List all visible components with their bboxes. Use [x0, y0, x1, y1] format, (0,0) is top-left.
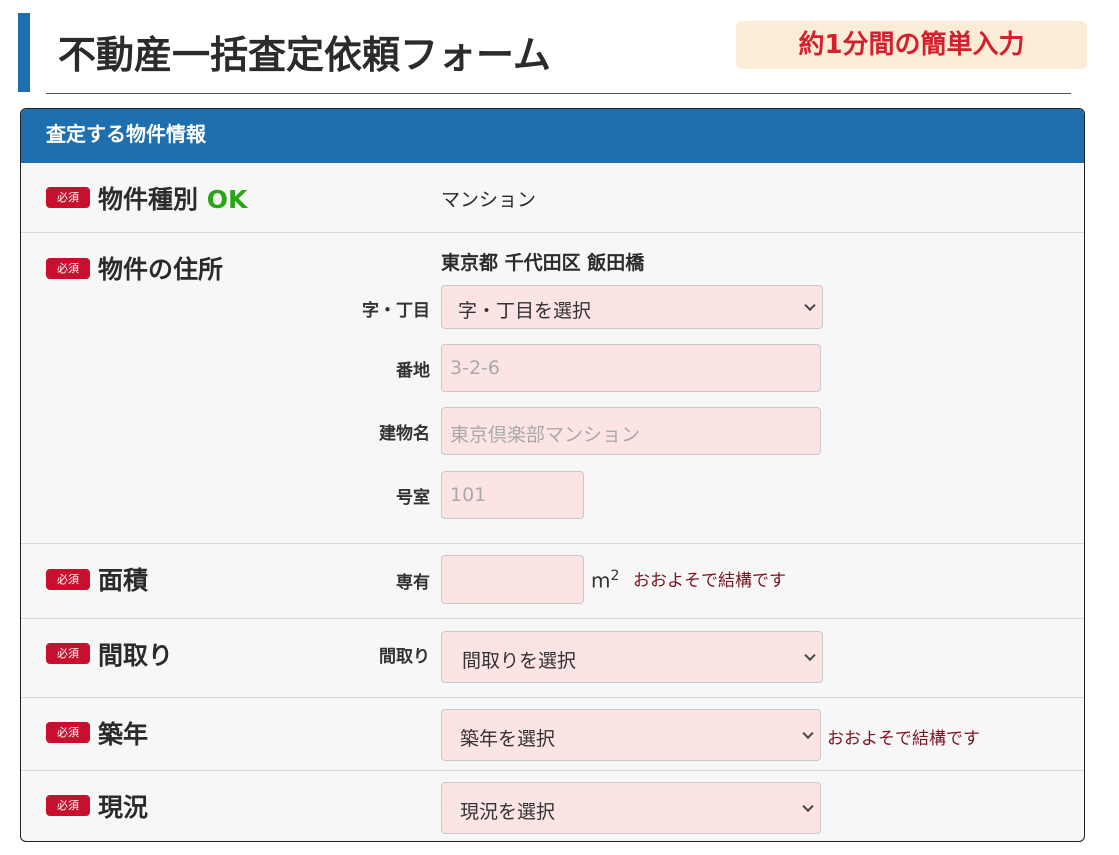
- building-name-input[interactable]: 東京倶楽部マンション: [441, 407, 821, 455]
- required-badge: 必須: [46, 569, 90, 590]
- property-info-panel: 査定する物件情報 必須 物件種別 OK マンション 必須 物件の住所 東京都 千…: [20, 108, 1085, 842]
- row-current-status: 必須 現況 現況を選択: [21, 770, 1084, 841]
- property-type-value: マンション: [441, 189, 537, 211]
- banchi-input[interactable]: 3-2-6: [441, 344, 821, 392]
- layout-label: 間取り: [98, 641, 174, 670]
- row-built-year: 必須 築年 築年を選択 おおよそで結構です: [21, 697, 1084, 770]
- building-name-label: 建物名: [379, 424, 430, 444]
- row-property-type: 必須 物件種別 OK マンション: [21, 163, 1084, 232]
- address-prefecture-city: 東京都 千代田区 飯田橋: [441, 252, 645, 274]
- page-title: 不動産一括査定依頼フォーム: [58, 33, 551, 77]
- current-status-label: 現況: [98, 793, 149, 822]
- chevron-down-icon: [804, 299, 816, 312]
- row-layout: 必須 間取り 間取り 間取りを選択: [21, 618, 1084, 697]
- area-note: おおよそで結構です: [633, 571, 786, 591]
- area-input[interactable]: [441, 555, 584, 604]
- ok-status: OK: [206, 185, 248, 214]
- required-badge: 必須: [46, 795, 90, 816]
- title-divider: [46, 93, 1071, 94]
- chome-select[interactable]: 字・丁目を選択: [441, 285, 823, 329]
- area-unit: m2: [591, 568, 620, 593]
- required-badge: 必須: [46, 722, 90, 743]
- chome-label: 字・丁目: [362, 301, 430, 321]
- area-sub-label: 専有: [396, 573, 430, 593]
- panel-heading: 査定する物件情報: [21, 109, 1084, 163]
- required-badge: 必須: [46, 643, 90, 664]
- built-year-label: 築年: [98, 720, 149, 749]
- title-accent-bar: [18, 13, 30, 92]
- built-year-select[interactable]: 築年を選択: [441, 709, 821, 761]
- required-badge: 必須: [46, 187, 90, 208]
- area-label: 面積: [98, 566, 149, 595]
- property-type-label: 物件種別 OK: [98, 185, 248, 214]
- easy-input-badge: 約1分間の簡単入力: [736, 21, 1087, 69]
- built-year-note: おおよそで結構です: [827, 729, 980, 749]
- banchi-label: 番地: [396, 361, 430, 381]
- chevron-down-icon: [802, 727, 814, 740]
- chevron-down-icon: [802, 800, 814, 813]
- required-badge: 必須: [46, 258, 90, 279]
- address-label: 物件の住所: [98, 255, 224, 284]
- room-number-label: 号室: [396, 488, 430, 508]
- room-number-input[interactable]: 101: [441, 471, 584, 519]
- layout-select[interactable]: 間取りを選択: [441, 631, 823, 683]
- row-area: 必須 面積 専有 m2 おおよそで結構です: [21, 543, 1084, 618]
- current-status-select[interactable]: 現況を選択: [441, 782, 821, 834]
- row-address: 必須 物件の住所 東京都 千代田区 飯田橋 字・丁目 字・丁目を選択 番地 3-…: [21, 232, 1084, 543]
- chevron-down-icon: [804, 649, 816, 662]
- layout-sub-label: 間取り: [379, 647, 430, 667]
